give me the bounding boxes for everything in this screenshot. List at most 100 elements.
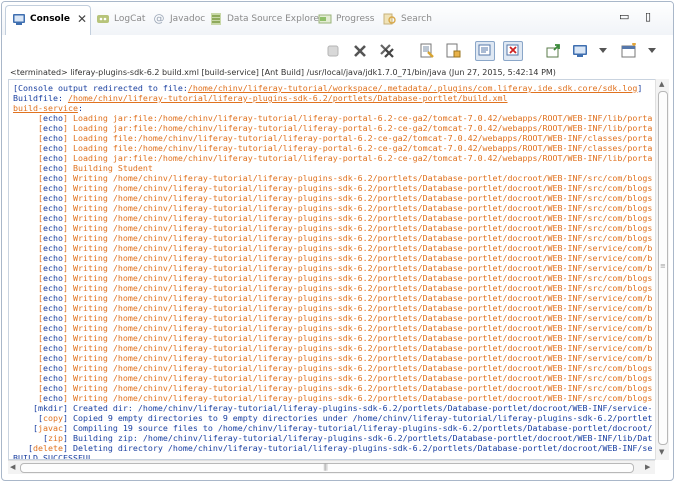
console-line: [Console output redirected to file:/home… xyxy=(13,83,655,93)
tab-console-label: Console xyxy=(30,14,70,24)
console-text: echo xyxy=(42,363,63,373)
console-line: [javac] Compiling 19 source files to /ho… xyxy=(13,423,655,433)
display-console-icon[interactable] xyxy=(572,43,588,59)
tab-progress[interactable]: Progress xyxy=(318,10,374,28)
console-text: echo xyxy=(42,163,63,173)
close-icon[interactable]: ✕ xyxy=(77,12,87,26)
console-text: : xyxy=(77,103,83,113)
console-text: echo xyxy=(42,393,63,403)
console-output[interactable]: [Console output redirected to file:/home… xyxy=(8,79,656,460)
console-text: copy xyxy=(42,413,63,423)
console-text: [ xyxy=(13,243,43,253)
console-text: ] Writing /home/chinv/liferay-tutorial/l… xyxy=(62,363,653,373)
console-text: ] Writing /home/chinv/liferay-tutorial/l… xyxy=(62,203,653,213)
console-text: ] Writing /home/chinv/liferay-tutorial/l… xyxy=(62,173,653,183)
minimize-button[interactable]: ▭ xyxy=(619,10,629,23)
console-line: build-service: xyxy=(13,103,655,113)
tab-javadoc[interactable]: @ Javadoc xyxy=(152,10,206,28)
console-text: [ xyxy=(13,233,43,243)
console-text: echo xyxy=(42,113,63,123)
console-text: echo xyxy=(42,233,63,243)
console-text: [ xyxy=(13,323,43,333)
console-text: echo xyxy=(42,353,63,363)
console-text: [ xyxy=(13,363,43,373)
console-line: [echo] Loading jar:file:/home/chinv/life… xyxy=(13,153,655,163)
console-line: [echo] Writing /home/chinv/liferay-tutor… xyxy=(13,203,655,213)
tab-search-label: Search xyxy=(401,14,432,24)
console-line: [echo] Writing /home/chinv/liferay-tutor… xyxy=(13,173,655,183)
console-text: ] Writing /home/chinv/liferay-tutorial/l… xyxy=(62,213,653,223)
console-text: [ xyxy=(13,403,38,413)
console-text: [ xyxy=(13,163,43,173)
console-text: echo xyxy=(42,273,63,283)
console-text: [ xyxy=(13,433,48,443)
console-text: echo xyxy=(42,133,63,143)
search-icon xyxy=(383,13,396,25)
show-on-stderr-icon[interactable] xyxy=(503,41,523,61)
console-text: javac xyxy=(37,423,63,433)
console-line: [echo] Writing /home/chinv/liferay-tutor… xyxy=(13,303,655,313)
logcat-icon xyxy=(97,15,109,23)
pin-console-icon[interactable] xyxy=(545,43,561,59)
console-text: echo xyxy=(42,303,63,313)
show-on-stdout-icon[interactable] xyxy=(475,41,495,61)
horizontal-scrollbar[interactable]: ◀ ||| ▶ xyxy=(8,460,655,474)
console-text: ] Writing /home/chinv/liferay-tutorial/l… xyxy=(62,383,653,393)
scroll-left-icon[interactable]: ◀ xyxy=(10,463,15,471)
console-text: [ xyxy=(13,373,43,383)
console-text: echo xyxy=(42,313,63,323)
open-console-icon[interactable] xyxy=(621,43,637,59)
chevron-down-icon[interactable] xyxy=(648,48,656,53)
console-text: ] Writing /home/chinv/liferay-tutorial/l… xyxy=(62,283,653,293)
console-text: [ xyxy=(13,303,43,313)
maximize-button[interactable]: ▯ xyxy=(645,10,651,23)
scroll-down-icon[interactable]: ▼ xyxy=(659,448,664,456)
console-text: ] Writing /home/chinv/liferay-tutorial/l… xyxy=(62,263,653,273)
console-line: [zip] Building zip: /home/chinv/liferay-… xyxy=(13,433,655,443)
horizontal-scroll-thumb[interactable]: ||| xyxy=(20,463,634,473)
console-text: echo xyxy=(42,123,63,133)
console-line: [copy] Copied 9 empty directories to 9 e… xyxy=(13,413,655,423)
tab-data-source-explorer[interactable]: Data Source Explorer xyxy=(209,10,323,28)
scroll-right-icon[interactable]: ▶ xyxy=(645,463,650,471)
console-line: [echo] Writing /home/chinv/liferay-tutor… xyxy=(13,343,655,353)
vertical-scrollbar[interactable]: ▲ ≡ ▼ xyxy=(655,79,669,460)
scroll-up-icon[interactable]: ▲ xyxy=(659,80,664,88)
console-text: ] Writing /home/chinv/liferay-tutorial/l… xyxy=(62,303,653,313)
console-text: /home/chinv/liferay-tutorial/liferay-plu… xyxy=(67,93,508,103)
console-text: echo xyxy=(42,243,63,253)
console-text: [ xyxy=(13,213,43,223)
tab-console[interactable]: Console ✕ xyxy=(12,10,87,28)
tab-search[interactable]: Search xyxy=(383,10,432,28)
console-line: [echo] Writing /home/chinv/liferay-tutor… xyxy=(13,253,655,263)
console-line: [echo] Writing /home/chinv/liferay-tutor… xyxy=(13,283,655,293)
console-text: ] Loading jar:file:/home/chinv/liferay-t… xyxy=(62,153,653,163)
console-text: ] Copied 9 empty directories to 9 empty … xyxy=(62,413,653,423)
tab-progress-label: Progress xyxy=(336,14,375,24)
console-text: [ xyxy=(13,283,43,293)
console-line: [echo] Writing /home/chinv/liferay-tutor… xyxy=(13,273,655,283)
console-text: BUILD SUCCESSFUL xyxy=(13,453,93,460)
console-text: echo xyxy=(42,293,63,303)
remove-launch-icon[interactable] xyxy=(352,43,368,59)
console-icon xyxy=(13,14,25,25)
stop-icon[interactable] xyxy=(325,43,341,59)
remove-all-terminated-icon[interactable] xyxy=(379,43,395,59)
scroll-lock-icon[interactable] xyxy=(445,43,461,59)
console-text: [Console output redirected to file: xyxy=(13,83,188,93)
chevron-down-icon[interactable] xyxy=(599,48,607,53)
console-text: ] Building zip: /home/chinv/liferay-tuto… xyxy=(62,433,653,443)
console-line: [echo] Writing /home/chinv/liferay-tutor… xyxy=(13,293,655,303)
console-line: [echo] Writing /home/chinv/liferay-tutor… xyxy=(13,223,655,233)
console-line: [echo] Writing /home/chinv/liferay-tutor… xyxy=(13,353,655,363)
console-text: echo xyxy=(42,173,63,183)
console-text: [ xyxy=(13,113,43,123)
tab-logcat[interactable]: LogCat xyxy=(96,10,145,28)
vertical-scroll-thumb[interactable]: ≡ xyxy=(658,91,668,445)
console-text: ] Writing /home/chinv/liferay-tutorial/l… xyxy=(62,313,653,323)
console-line: [echo] Writing /home/chinv/liferay-tutor… xyxy=(13,393,655,403)
console-text: ] Writing /home/chinv/liferay-tutorial/l… xyxy=(62,233,653,243)
console-line: [echo] Building Student xyxy=(13,163,655,173)
console-text: ] Writing /home/chinv/liferay-tutorial/l… xyxy=(62,373,653,383)
clear-console-icon[interactable] xyxy=(419,43,435,59)
